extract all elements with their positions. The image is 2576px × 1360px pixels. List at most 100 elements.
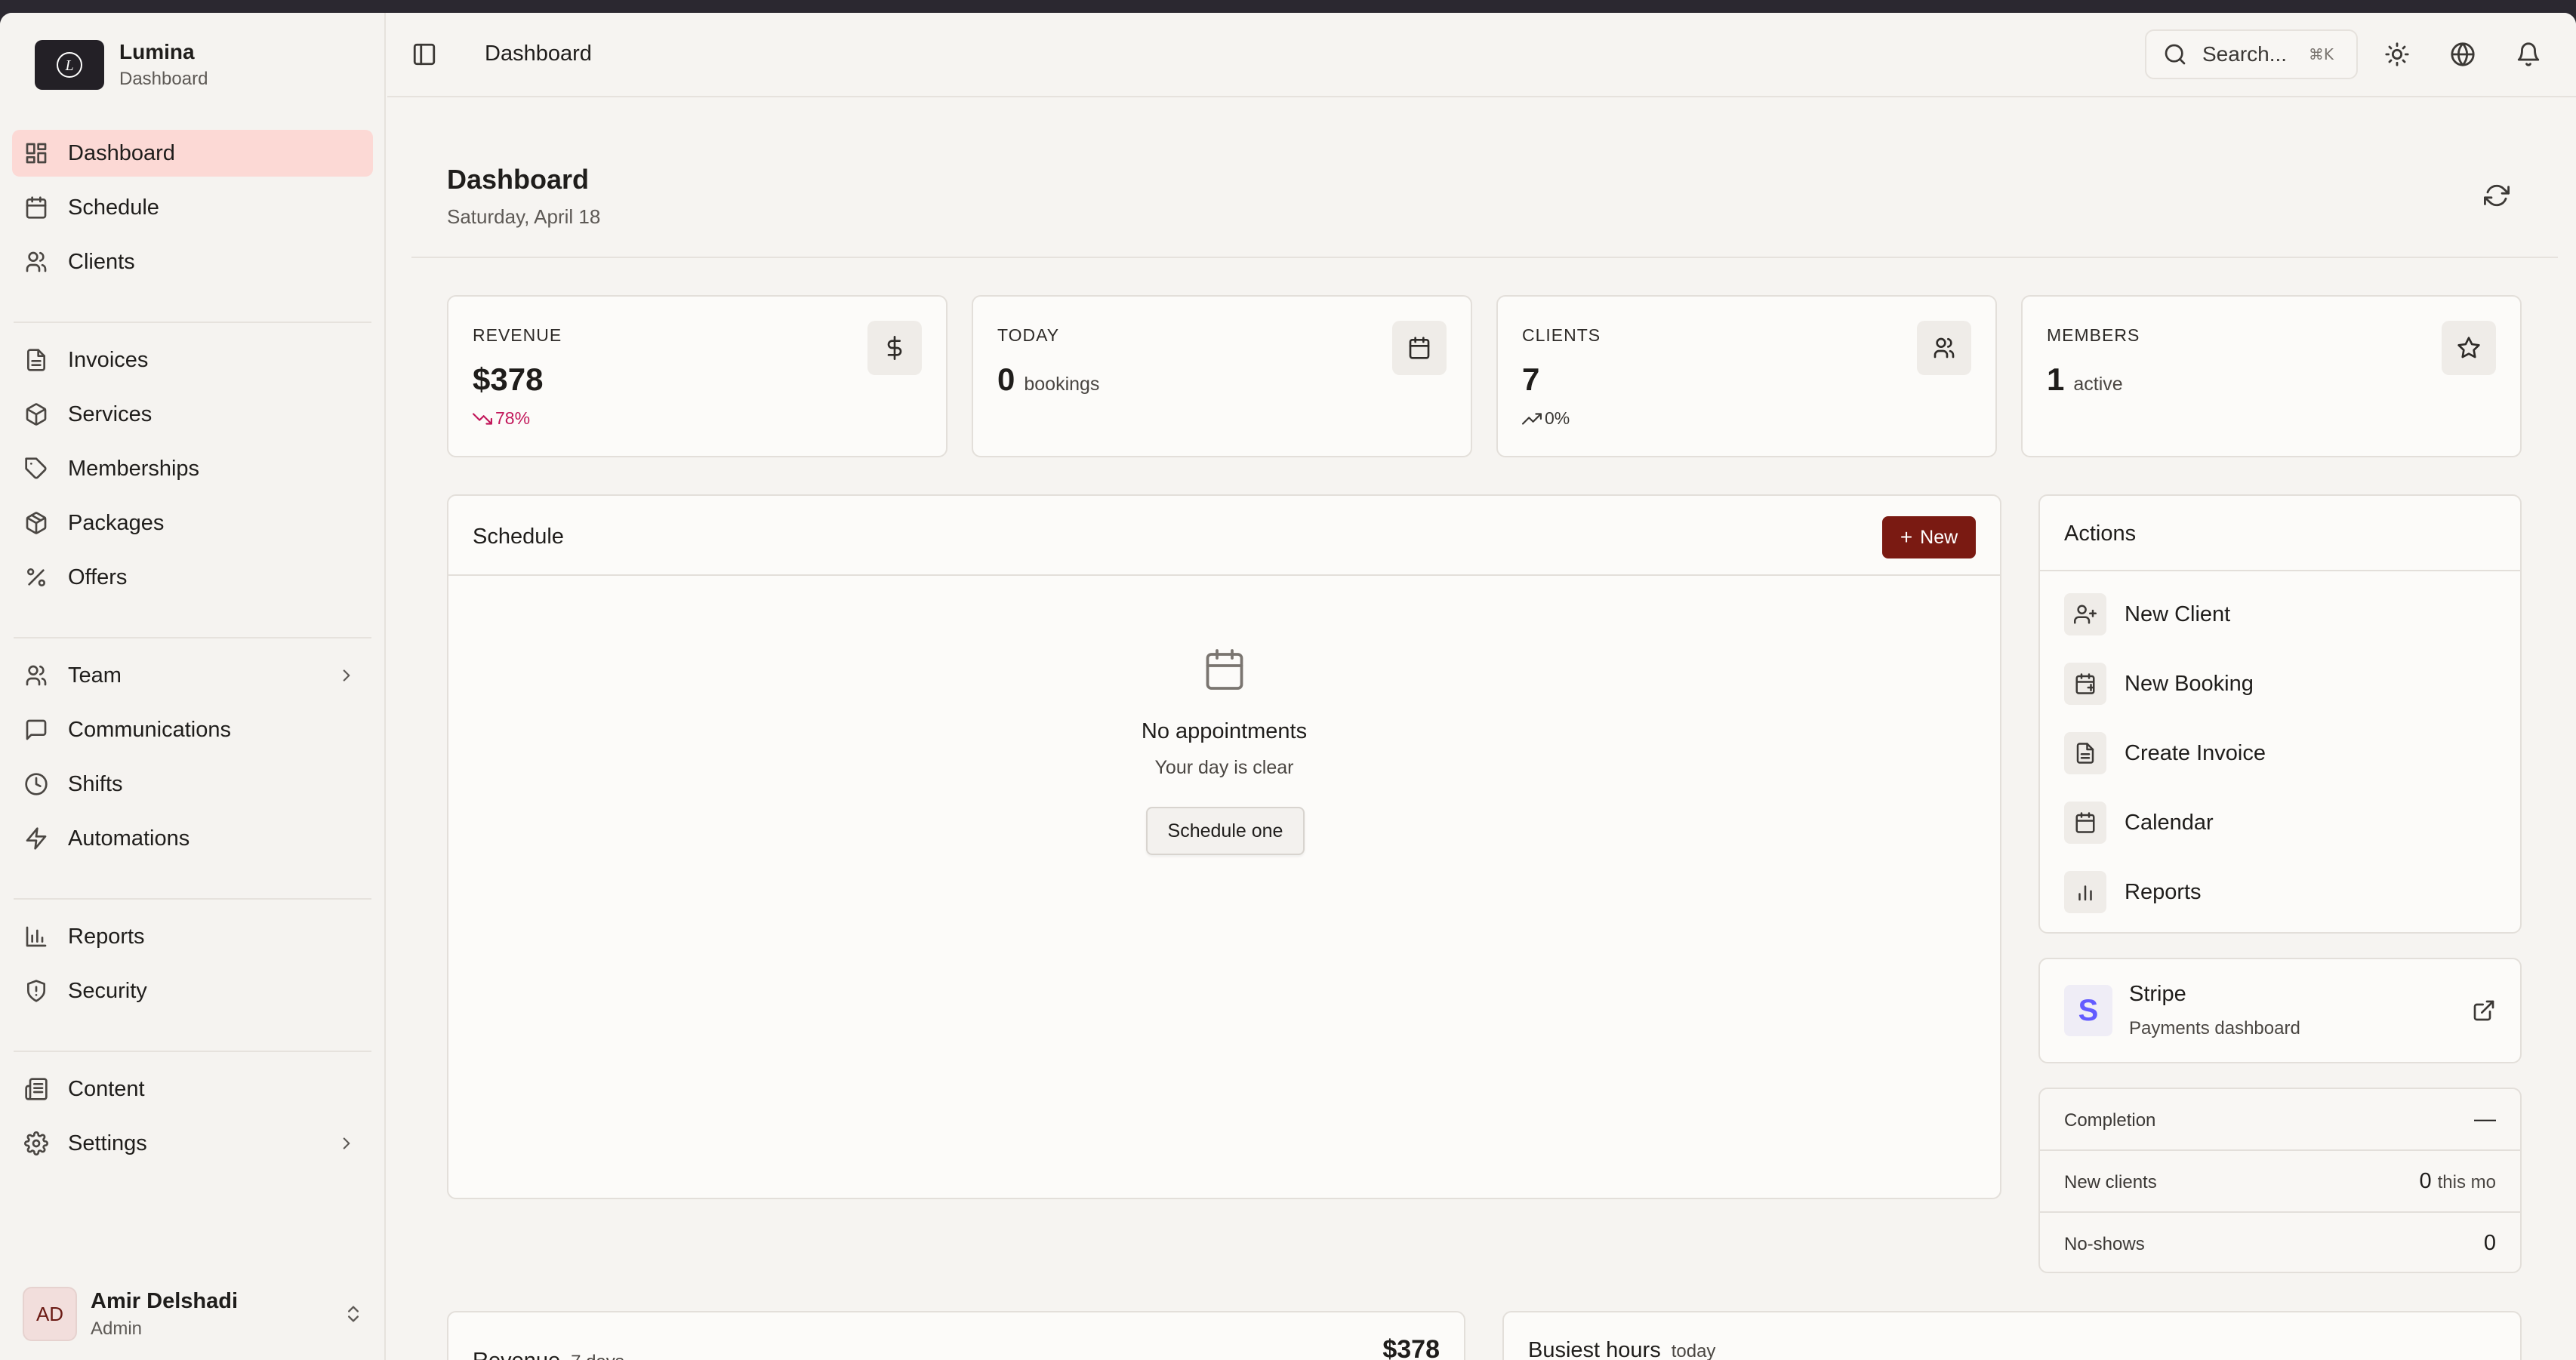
sidebar-divider [14, 322, 371, 323]
completion-label: Completion [2064, 1110, 2156, 1131]
stat-label: REVENUE [473, 325, 562, 345]
stat-card-members: MEMBERS 1 active [2021, 295, 2522, 457]
sidebar-item-communications[interactable]: Communications [12, 706, 373, 753]
calendar-icon [24, 195, 48, 220]
users-icon [24, 663, 48, 688]
sidebar-item-label: Schedule [68, 195, 159, 220]
brand-subtitle: Dashboard [119, 69, 208, 89]
stripe-name: Stripe [2129, 982, 2186, 1006]
stripe-card[interactable]: S Stripe Payments dashboard [2038, 958, 2522, 1063]
sidebar: L Lumina Dashboard Dashboard Schedule Cl… [0, 13, 386, 1360]
sidebar-item-clients[interactable]: Clients [12, 238, 373, 285]
top-header: Dashboard Search... ⌘K [387, 13, 2576, 97]
action-create-invoice[interactable]: Create Invoice [2064, 731, 2499, 775]
brand-logo: L [35, 40, 104, 90]
brand[interactable]: L Lumina Dashboard [35, 40, 208, 90]
sidebar-item-offers[interactable]: Offers [12, 554, 373, 601]
refresh-icon[interactable] [2484, 183, 2510, 208]
bar-chart-icon [2074, 881, 2097, 903]
users-icon [1932, 336, 1956, 360]
zap-icon [24, 826, 48, 851]
newspaper-icon [24, 1077, 48, 1101]
action-label: New Client [2125, 602, 2231, 626]
sun-icon[interactable] [2384, 42, 2410, 67]
actions-card: Actions New Client New Booking Create In… [2038, 494, 2522, 934]
header-title: Dashboard [485, 42, 592, 66]
no-shows-label: No-shows [2064, 1234, 2145, 1254]
schedule-header: Schedule + New [448, 496, 2000, 576]
sidebar-item-label: Team [68, 663, 122, 688]
busiest-hours-card: Busiest hours today [1502, 1311, 2522, 1360]
sidebar-item-shifts[interactable]: Shifts [12, 761, 373, 808]
stat-label: CLIENTS [1522, 325, 1601, 345]
message-square-icon [24, 718, 48, 742]
layout-grid-icon [24, 141, 48, 165]
new-booking-button[interactable]: + New [1882, 516, 1976, 558]
new-clients-value: 0 this mo [2419, 1169, 2497, 1193]
empty-state-subtitle: Your day is clear [1154, 757, 1294, 778]
busiest-card-title: Busiest hours today [1528, 1338, 1716, 1360]
revenue-chart-card: Revenue7 days $378 [447, 1311, 1465, 1360]
action-label: Calendar [2125, 810, 2214, 835]
sidebar-item-memberships[interactable]: Memberships [12, 445, 373, 492]
action-label: Create Invoice [2125, 740, 2266, 765]
sidebar-toggle-icon[interactable] [411, 42, 437, 67]
stat-card-today: TODAY 0 bookings [972, 295, 1472, 457]
stat-card-revenue: REVENUE $378 78% [447, 295, 948, 457]
action-calendar[interactable]: Calendar [2064, 801, 2499, 845]
sidebar-item-invoices[interactable]: Invoices [12, 337, 373, 383]
calendar-icon [2074, 811, 2097, 834]
stat-value: 1 active [2047, 362, 2123, 397]
calendar-plus-icon [2074, 672, 2097, 695]
new-clients-label: New clients [2064, 1172, 2157, 1192]
sidebar-item-schedule[interactable]: Schedule [12, 184, 373, 231]
user-role: Admin [91, 1318, 143, 1339]
action-new-client[interactable]: New Client [2064, 592, 2499, 636]
sidebar-item-label: Reports [68, 924, 145, 949]
stat-label: MEMBERS [2047, 325, 2140, 345]
sidebar-item-security[interactable]: Security [12, 968, 373, 1014]
sidebar-item-packages[interactable]: Packages [12, 500, 373, 546]
completion-value: — [2474, 1107, 2496, 1131]
sidebar-item-label: Security [68, 978, 147, 1003]
trending-down-icon [473, 409, 492, 429]
actions-divider [2040, 570, 2520, 571]
sidebar-item-services[interactable]: Services [12, 391, 373, 438]
action-new-booking[interactable]: New Booking [2064, 662, 2499, 706]
no-shows-value: 0 [2483, 1231, 2496, 1255]
sidebar-item-label: Shifts [68, 771, 123, 796]
no-shows-row: No-shows 0 [2040, 1213, 2520, 1272]
app-window: L Lumina Dashboard Dashboard Schedule Cl… [0, 13, 2576, 1360]
sidebar-item-settings[interactable]: Settings [12, 1120, 373, 1167]
action-reports[interactable]: Reports [2064, 870, 2499, 914]
sidebar-item-label: Invoices [68, 347, 149, 372]
stat-value: 7 [1522, 362, 1540, 397]
clock-icon [24, 772, 48, 796]
trending-up-icon [1522, 409, 1542, 429]
stat-trend: 0% [1522, 408, 1570, 429]
shield-icon [24, 979, 48, 1003]
external-link-icon[interactable] [2472, 998, 2496, 1023]
sidebar-item-content[interactable]: Content [12, 1066, 373, 1112]
schedule-one-button[interactable]: Schedule one [1146, 807, 1305, 855]
sidebar-divider [14, 637, 371, 638]
sidebar-item-dashboard[interactable]: Dashboard [12, 130, 373, 177]
percent-icon [24, 565, 48, 589]
sidebar-item-label: Offers [68, 565, 128, 589]
sidebar-item-label: Content [68, 1076, 145, 1101]
stat-value: $378 [473, 362, 544, 397]
sidebar-item-team[interactable]: Team [12, 652, 373, 699]
empty-state-title: No appointments [1141, 719, 1308, 743]
sidebar-item-reports[interactable]: Reports [12, 913, 373, 960]
globe-icon[interactable] [2450, 42, 2476, 67]
completion-card: Completion — New clients 0 this mo No-sho… [2038, 1088, 2522, 1273]
sidebar-item-automations[interactable]: Automations [12, 815, 373, 862]
star-icon [2457, 336, 2481, 360]
user-menu[interactable]: AD Amir Delshadi Admin [23, 1285, 370, 1343]
action-label: New Booking [2125, 671, 2254, 696]
bell-icon[interactable] [2516, 42, 2541, 67]
sidebar-item-label: Dashboard [68, 140, 175, 165]
plus-icon: + [1900, 525, 1913, 549]
search-input[interactable]: Search... ⌘K [2145, 29, 2358, 79]
stat-value: 0 bookings [997, 362, 1100, 397]
